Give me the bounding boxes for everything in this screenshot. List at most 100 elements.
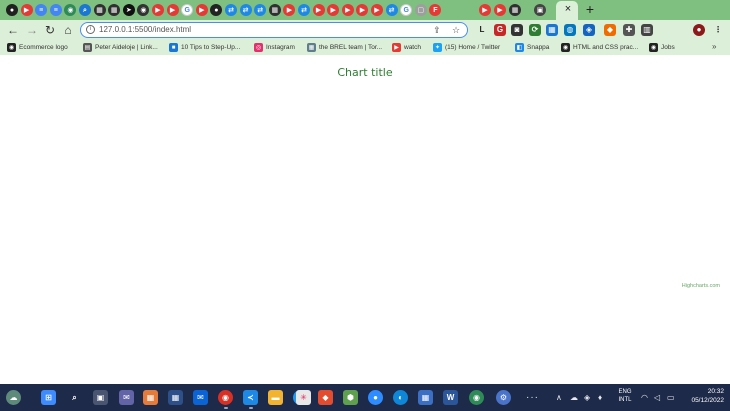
address-bar[interactable]: i 127.0.0.1:5500/index.html ⇪ ☆ <box>80 22 468 38</box>
chart-title: Chart title <box>337 66 393 79</box>
youtube-tab-icon[interactable]: ▶ <box>20 4 33 16</box>
chrome-icon[interactable]: ◉ <box>218 390 233 405</box>
github-tab-icon[interactable]: ● <box>6 4 18 16</box>
zoom-icon[interactable]: ● <box>368 390 383 405</box>
grammar-extension-icon[interactable]: G <box>494 24 506 36</box>
youtube-tab-icon[interactable]: ▶ <box>479 4 491 16</box>
bookmark-item[interactable]: ▤ Peter Aideloje | Link... <box>83 42 158 53</box>
wifi-icon[interactable]: ◠ <box>641 392 648 403</box>
youtube-tab-icon[interactable]: ▶ <box>341 4 354 16</box>
search-tab-icon[interactable]: ⌕ <box>79 4 91 16</box>
bookmark-favicon-icon: ▦ <box>307 43 316 52</box>
git-icon[interactable]: ◆ <box>318 390 333 405</box>
bookmark-item[interactable]: ◎ Instagram <box>254 42 295 53</box>
bookmark-favicon-icon: ◎ <box>254 43 263 52</box>
arrow-tab-icon[interactable]: ➤ <box>122 4 135 16</box>
youtube-tab-icon[interactable]: ▶ <box>494 4 506 16</box>
translate-tab-icon[interactable]: ⇄ <box>385 4 398 16</box>
site-info-icon[interactable]: i <box>86 25 95 34</box>
translate-tab-icon[interactable]: ⇄ <box>239 4 252 16</box>
bookmark-item[interactable]: ◧ Snappa <box>515 42 549 53</box>
youtube-tab-icon[interactable]: ▶ <box>312 4 325 16</box>
bookmark-item[interactable]: ◉ Ecommerce logo <box>7 42 68 53</box>
translate-tab-icon[interactable]: ⇄ <box>298 4 310 16</box>
start-icon[interactable]: ⊞ <box>41 390 56 405</box>
gallery-tab-icon[interactable]: ▦ <box>509 4 521 16</box>
bookmark-item[interactable]: ■ 10 Tips to Step-Up... <box>169 42 240 53</box>
highcharts-credits-link[interactable]: Highcharts.com <box>682 283 720 289</box>
bookmark-item[interactable]: ◉ HTML and CSS prac... <box>561 42 638 53</box>
bookmark-item[interactable]: ✦ (15) Home / Twitter <box>433 42 500 53</box>
folder-icon[interactable]: ▬ <box>268 390 283 405</box>
fox-extension-icon[interactable]: ◆ <box>604 24 616 36</box>
bookmark-label: Jobs <box>661 44 675 51</box>
back-button[interactable]: ← <box>6 23 20 37</box>
tray-chevron-icon[interactable]: ∧ <box>556 392 562 403</box>
node-icon[interactable]: ⬢ <box>343 390 358 405</box>
l-extension-icon[interactable]: L <box>476 24 488 36</box>
edge-icon[interactable]: ◐ <box>393 390 408 405</box>
cycle-extension-icon[interactable]: ⟳ <box>529 24 541 36</box>
forward-button[interactable]: → <box>25 23 39 37</box>
grid-extension-icon[interactable]: ▦ <box>546 24 558 36</box>
volume-icon[interactable]: ◁ <box>654 392 660 403</box>
calendar-icon[interactable]: ▦ <box>418 390 433 405</box>
home-button[interactable]: ⌂ <box>61 23 75 37</box>
share-icon[interactable]: ⇪ <box>431 24 443 36</box>
search-icon[interactable]: ⌕ <box>67 390 82 405</box>
close-tab-button[interactable]: × <box>562 3 574 15</box>
youtube-tab-icon[interactable]: ▶ <box>152 4 164 16</box>
settings-icon[interactable]: ⚙ <box>496 390 511 405</box>
bookmark-item[interactable]: ◉ Jobs <box>649 42 675 53</box>
address-url[interactable]: 127.0.0.1:5500/index.html <box>99 24 191 36</box>
bookmark-item[interactable]: ▶ watch <box>392 42 421 53</box>
youtube-tab-icon[interactable]: ▶ <box>371 4 383 16</box>
bookmark-favicon-icon: ✦ <box>433 43 442 52</box>
bookmark-star-icon[interactable]: ☆ <box>450 24 462 36</box>
reload-button[interactable]: ↻ <box>43 23 57 37</box>
gallery-tab-icon[interactable]: ▦ <box>93 4 106 16</box>
globe-extension-icon[interactable]: ◍ <box>564 24 576 36</box>
bookmark-favicon-icon: ▶ <box>392 43 401 52</box>
bookmark-favicon-icon: ◉ <box>649 43 658 52</box>
bookmark-favicon-icon: ◉ <box>7 43 16 52</box>
menu-icon[interactable]: ⋮ <box>712 24 724 36</box>
running-indicator <box>249 407 253 409</box>
onedrive-icon[interactable]: ☁ <box>570 392 578 403</box>
camera-extension-icon[interactable]: ◙ <box>511 24 523 36</box>
new-tab-button[interactable]: + <box>583 2 597 16</box>
blue-extension-icon[interactable]: ◈ <box>583 24 595 36</box>
microphone-icon[interactable]: ♦ <box>598 392 602 403</box>
system-clock[interactable]: 20:32 05/12/2022 <box>676 387 724 405</box>
task-view-icon[interactable]: ▣ <box>93 390 108 405</box>
language-indicator[interactable]: ENG INTL <box>614 388 636 404</box>
slack-icon[interactable]: ✳ <box>296 390 311 405</box>
translate-tab-icon[interactable]: ⇄ <box>225 4 237 16</box>
bookmark-item[interactable]: ▦ the BREL team | Tor... <box>307 42 382 53</box>
rss-tab-icon[interactable]: ▣ <box>534 4 546 16</box>
sidebar-icon[interactable]: ▥ <box>641 24 653 36</box>
tray-extra-icon[interactable]: ◈ <box>584 392 590 403</box>
store-icon[interactable]: ▦ <box>143 390 158 405</box>
vscode-icon[interactable]: ≺ <box>243 390 258 405</box>
bookmark-label: watch <box>404 44 421 51</box>
chrome-icon[interactable]: ◉ <box>469 390 484 405</box>
profile-avatar[interactable]: ● <box>693 24 705 36</box>
puzzle-extension-icon[interactable]: ✚ <box>623 24 635 36</box>
bookmark-label: Instagram <box>266 44 295 51</box>
bookmarks-overflow-button[interactable]: » <box>712 42 716 52</box>
docs-tab-icon[interactable]: ≡ <box>49 4 62 16</box>
gallery-tab-icon[interactable]: ▦ <box>268 4 281 16</box>
apps-grid-icon[interactable]: ▦ <box>168 390 183 405</box>
youtube-tab-icon[interactable]: ▶ <box>166 4 179 16</box>
running-indicator <box>224 407 228 409</box>
taskbar-overflow-button[interactable]: ··· <box>526 392 539 403</box>
bookmark-label: HTML and CSS prac... <box>573 44 639 51</box>
battery-icon[interactable]: ▭ <box>667 392 675 403</box>
word-icon[interactable]: W <box>443 390 458 405</box>
chat-icon[interactable]: ✉ <box>119 390 134 405</box>
mail-icon[interactable]: ✉ <box>193 390 208 405</box>
weather-icon[interactable]: ☁ <box>6 390 21 405</box>
page-tab-icon[interactable]: ▢ <box>414 4 427 16</box>
youtube-tab-icon[interactable]: ▶ <box>195 4 208 16</box>
